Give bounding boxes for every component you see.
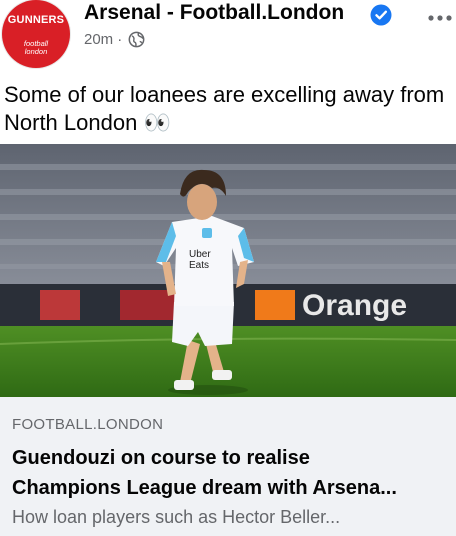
verified-badge-icon (370, 4, 392, 26)
link-domain: FOOTBALL.LONDON (12, 416, 164, 433)
post-time[interactable]: 20m (84, 31, 113, 48)
link-headline-line2: Champions League dream with Arsena... (12, 477, 397, 499)
post-meta: 20m · (84, 31, 145, 51)
page-name[interactable]: Arsenal - Football.London (84, 1, 344, 25)
meta-separator: · (117, 31, 123, 48)
link-subtitle: How loan players such as Hector Beller..… (12, 507, 341, 527)
more-options-icon[interactable] (424, 8, 456, 28)
caption-text: Some of our loanees are excelling away f… (4, 82, 445, 135)
globe-icon (128, 31, 145, 48)
link-preview[interactable]: FOOTBALL.LONDON Guendouzi on course to r… (0, 397, 456, 536)
avatar-sub-text: football london (2, 40, 70, 56)
post-photo[interactable]: Orange Uber Eats (0, 144, 456, 397)
page-avatar[interactable]: GUNNERS football london (2, 0, 70, 68)
eyes-emoji: 👀 (143, 110, 171, 135)
facebook-post: GUNNERS football london Arsenal - Footba… (0, 0, 456, 536)
shirt-sponsor-line1: Uber (189, 249, 211, 260)
post-header: GUNNERS football london Arsenal - Footba… (0, 0, 456, 70)
avatar-sub-line2: london (24, 47, 48, 56)
link-headline: Guendouzi on course to realise Champions… (12, 443, 450, 503)
avatar-brand-text: GUNNERS (7, 14, 65, 26)
link-headline-line1: Guendouzi on course to realise (12, 447, 310, 469)
post-caption: Some of our loanees are excelling away f… (4, 81, 448, 137)
board-text: Orange (302, 289, 407, 322)
shirt-sponsor-line2: Eats (189, 260, 209, 271)
